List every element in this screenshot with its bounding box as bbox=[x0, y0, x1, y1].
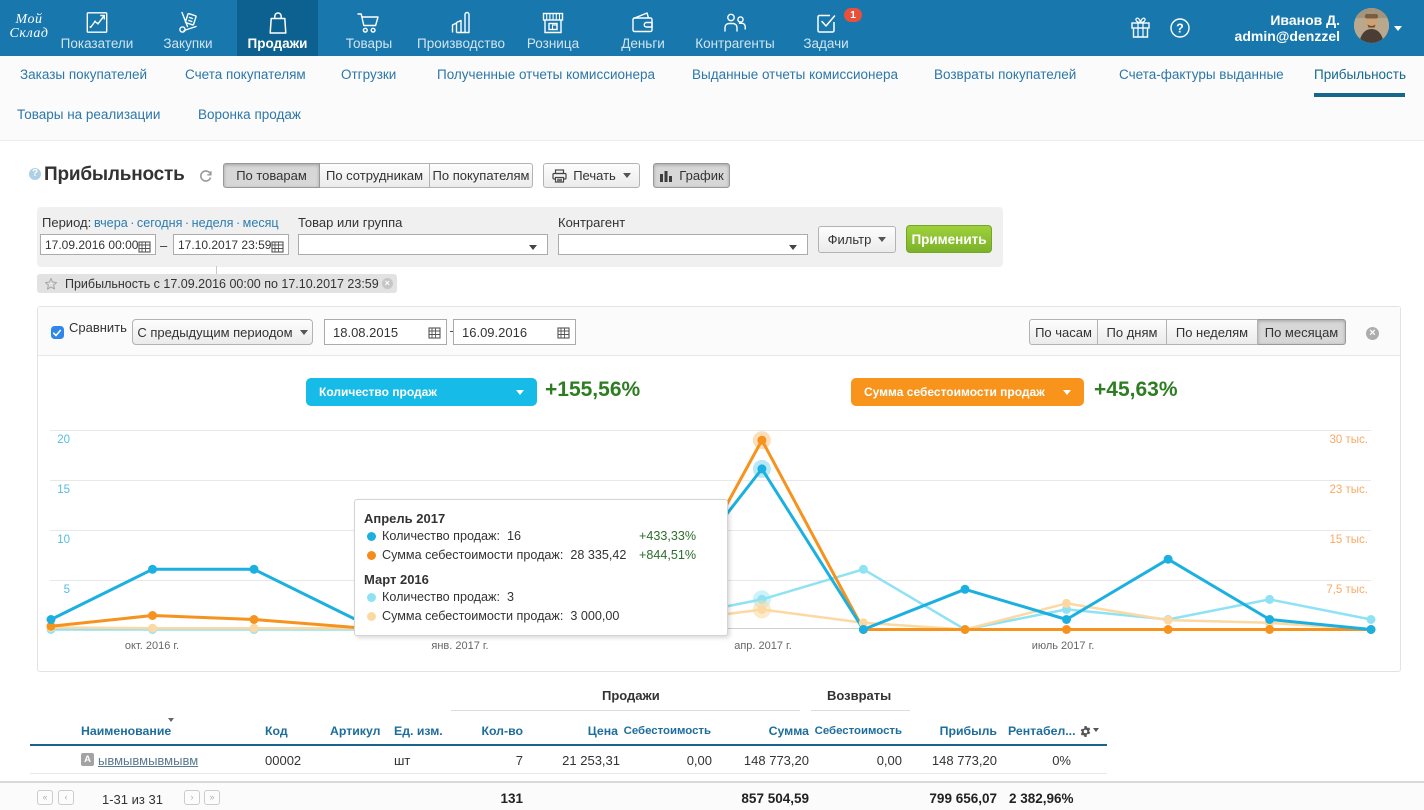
svg-text:20: 20 bbox=[57, 434, 70, 446]
svg-text:июль 2017 г.: июль 2017 г. bbox=[1032, 640, 1095, 652]
svg-text:апр. 2017 г.: апр. 2017 г. bbox=[734, 640, 792, 652]
svg-text:янв. 2017 г.: янв. 2017 г. bbox=[431, 640, 488, 652]
svg-text:окт. 2016 г.: окт. 2016 г. bbox=[125, 640, 179, 652]
svg-text:7,5 тыс.: 7,5 тыс. bbox=[1326, 584, 1368, 596]
svg-text:15: 15 bbox=[57, 484, 70, 496]
svg-text:10: 10 bbox=[57, 534, 70, 546]
svg-text:5: 5 bbox=[64, 584, 70, 596]
svg-text:30 тыс.: 30 тыс. bbox=[1330, 434, 1368, 446]
svg-text:?: ? bbox=[1176, 22, 1184, 36]
svg-text:23 тыс.: 23 тыс. bbox=[1330, 484, 1368, 496]
svg-text:15 тыс.: 15 тыс. bbox=[1330, 534, 1368, 546]
